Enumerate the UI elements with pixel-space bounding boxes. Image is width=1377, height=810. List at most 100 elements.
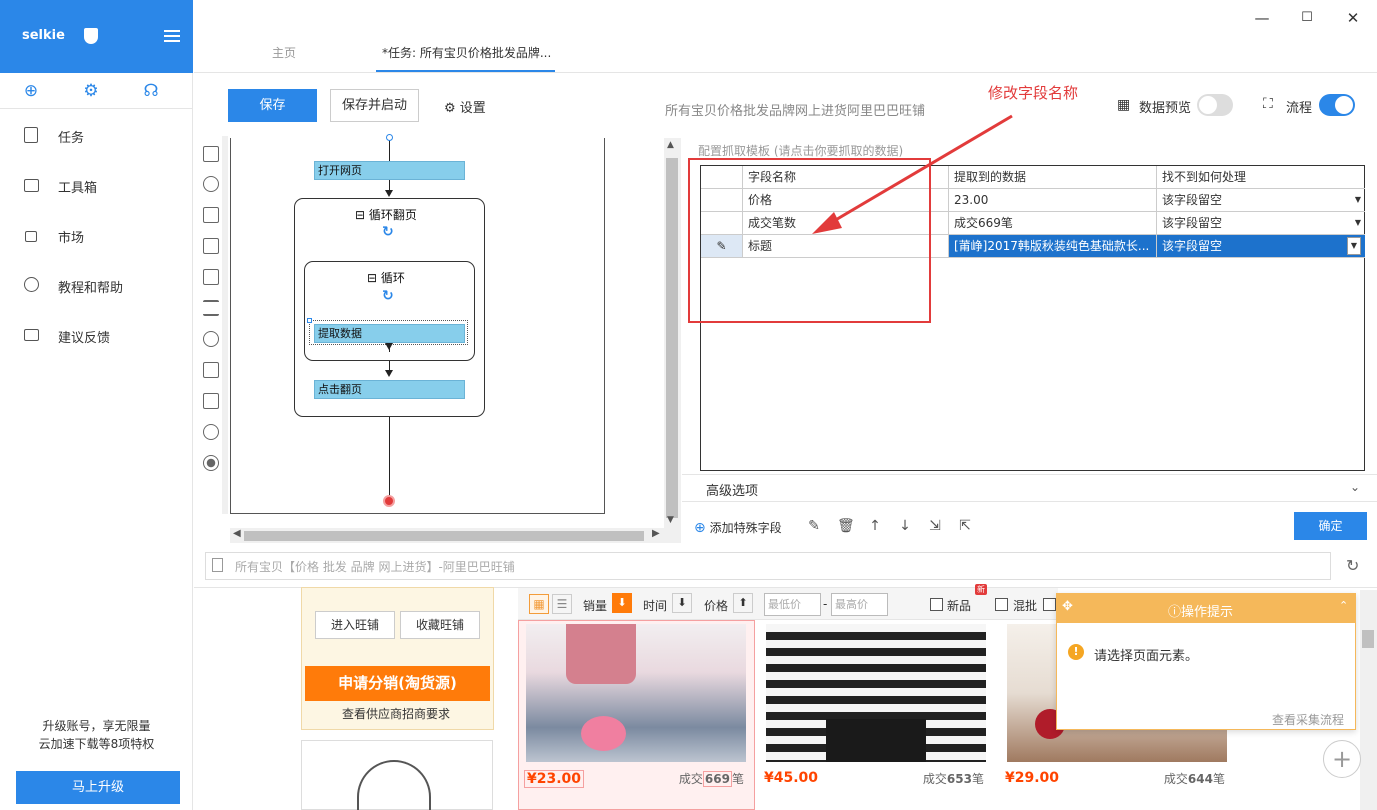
export-field-icon[interactable]: ⇱ (957, 518, 973, 534)
scroll-right-icon[interactable]: ▶ (652, 528, 660, 539)
scroll-left-icon[interactable]: ◀ (233, 528, 241, 539)
scroll-up-icon[interactable]: ▲ (667, 140, 674, 150)
quick-actions: ⊕ ⚙ ☊ (0, 73, 193, 109)
product-price[interactable]: ¥29.00 (1005, 770, 1059, 786)
nav-item-market[interactable]: 市场 (0, 210, 193, 260)
advanced-options-row[interactable] (682, 474, 1377, 502)
step-extract-data[interactable]: 提取数据 (314, 324, 465, 343)
minimize-icon[interactable]: — (1252, 8, 1272, 28)
collect-shop-button[interactable]: 收藏旺铺 (400, 611, 480, 639)
branch-tool-icon[interactable] (203, 362, 219, 378)
scroll-thumb[interactable] (244, 531, 644, 541)
trash-icon[interactable]: 🗑 (837, 518, 855, 534)
list-view-icon[interactable]: ☰ (552, 594, 572, 614)
sort-sales-arrow-icon[interactable]: ⬇ (612, 593, 632, 613)
zoom-plus-button[interactable]: + (1323, 740, 1361, 778)
move-up-icon[interactable]: ↑ (867, 518, 883, 534)
stop-tool-icon[interactable] (203, 455, 219, 471)
search-tool-icon[interactable] (203, 269, 219, 285)
export-tool-icon[interactable] (203, 207, 219, 223)
settings-button[interactable]: ⚙ 设置 (444, 97, 486, 116)
move-down-icon[interactable]: ↓ (897, 518, 913, 534)
product-price[interactable]: ¥45.00 (764, 770, 818, 786)
tab-home[interactable]: 主页 (272, 44, 296, 61)
nav-item-tasks[interactable]: 任务 (0, 110, 193, 160)
product-card[interactable]: ¥45.00 成交653笔 (758, 620, 988, 810)
supplier-requirements-link[interactable]: 查看供应商招商要求 (342, 705, 450, 722)
collapse-up-icon[interactable]: ⌃ (1339, 599, 1348, 612)
scroll-down-icon[interactable]: ▼ (667, 515, 674, 525)
selection-handle[interactable] (307, 318, 312, 323)
web-vertical-scrollbar[interactable] (1360, 590, 1377, 810)
tab-task[interactable]: *任务: 所有宝贝价格批发品牌... (382, 44, 551, 61)
hamburger-menu-icon[interactable] (164, 30, 180, 42)
headset-icon[interactable]: ☊ (141, 81, 161, 101)
maximize-icon[interactable]: ☐ (1297, 8, 1317, 28)
dropdown-arrow-icon[interactable]: ▼ (1355, 212, 1361, 234)
refresh-icon[interactable]: ↻ (1346, 556, 1359, 575)
min-price-input[interactable]: 最低价 (764, 593, 821, 616)
rename-field-icon[interactable]: ✎ (806, 518, 822, 534)
new-product-checkbox[interactable] (930, 598, 943, 611)
product-sold[interactable]: 成交644笔 (1164, 770, 1225, 787)
product-image[interactable] (766, 624, 986, 762)
add-special-field-button[interactable]: ⊕ 添加特殊字段 (694, 519, 782, 536)
dropdown-arrow-icon[interactable]: ▼ (1347, 237, 1361, 255)
chevron-down-icon[interactable]: ⌄ (1350, 480, 1360, 494)
product-price[interactable]: ¥23.00 (524, 770, 585, 788)
product-image[interactable] (526, 624, 746, 762)
list-tool-icon[interactable] (203, 300, 219, 316)
max-price-input[interactable]: 最高价 (831, 593, 888, 616)
save-and-run-button[interactable]: 保存并启动 (330, 89, 419, 122)
mixed-batch-checkbox[interactable] (995, 598, 1008, 611)
apply-distribution-button[interactable]: 申请分销(淘货源) (305, 666, 490, 701)
scroll-thumb[interactable] (1362, 630, 1374, 648)
add-circle-icon[interactable]: ⊕ (21, 81, 41, 101)
collapse-icon[interactable]: ⊟ (367, 271, 377, 285)
grid-view-icon[interactable]: ▦ (529, 594, 549, 614)
upgrade-button[interactable]: 马上升级 (16, 771, 180, 804)
lock-icon (25, 231, 37, 242)
custom-field-icon[interactable]: ⇲ (927, 518, 943, 534)
field-handling-select[interactable]: 该字段留空 ▼ (1157, 189, 1365, 212)
product-sold[interactable]: 成交 669 笔 (679, 770, 744, 787)
view-flow-link[interactable]: 查看采集流程 (1272, 711, 1344, 728)
save-button[interactable]: 保存 (228, 89, 317, 122)
nav-item-help[interactable]: 教程和帮助 (0, 260, 193, 310)
sort-price-arrow-icon[interactable]: ⬆ (733, 593, 753, 613)
sort-time-label[interactable]: 时间 (643, 597, 667, 614)
cursor-tool-icon[interactable] (203, 393, 219, 409)
edit-tool-icon[interactable] (203, 238, 219, 254)
gear-icon: ⚙ (444, 101, 456, 116)
gear-icon[interactable]: ⚙ (81, 81, 101, 101)
field-handling-select[interactable]: 该字段留空 ▼ (1157, 212, 1365, 235)
open-page-tool-icon[interactable] (203, 146, 219, 162)
step-open-page[interactable]: 打开网页 (314, 161, 465, 180)
scroll-thumb[interactable] (666, 158, 678, 518)
collapse-icon[interactable]: ⊟ (355, 208, 365, 222)
field-handling-select[interactable]: 该字段留空 ▼ (1157, 235, 1365, 258)
sort-time-arrow-icon[interactable]: ⬇ (672, 593, 692, 613)
product-sold[interactable]: 成交653笔 (923, 770, 984, 787)
filter-checkbox[interactable] (1043, 598, 1056, 611)
advanced-options-label[interactable]: 高级选项 (706, 480, 758, 499)
flow-toggle[interactable] (1319, 94, 1355, 116)
enter-shop-button[interactable]: 进入旺铺 (315, 611, 395, 639)
step-click-next-page[interactable]: 点击翻页 (314, 380, 465, 399)
nav-item-toolbox[interactable]: 工具箱 (0, 160, 193, 210)
product-card[interactable]: ¥23.00 成交 669 笔 (518, 620, 748, 810)
loop-tool-icon[interactable] (203, 331, 219, 347)
nav-item-feedback[interactable]: 建议反馈 (0, 310, 193, 360)
close-icon[interactable]: ✕ (1343, 8, 1363, 28)
confirm-button[interactable]: 确定 (1294, 512, 1367, 540)
dropdown-arrow-icon[interactable]: ▼ (1355, 189, 1361, 211)
move-icon[interactable]: ✥ (1062, 599, 1073, 614)
scroll-tool-icon[interactable] (203, 424, 219, 440)
sort-sales-label[interactable]: 销量 (583, 597, 607, 614)
sort-price-label[interactable]: 价格 (704, 597, 728, 614)
canvas-vertical-scrollbar[interactable]: ▲ ▼ (664, 138, 681, 543)
annotation-arrow (812, 114, 1013, 234)
data-preview-toggle[interactable] (1197, 94, 1233, 116)
mouse-click-tool-icon[interactable] (203, 176, 219, 192)
canvas-horizontal-scrollbar[interactable]: ◀ ▶ (230, 528, 664, 543)
